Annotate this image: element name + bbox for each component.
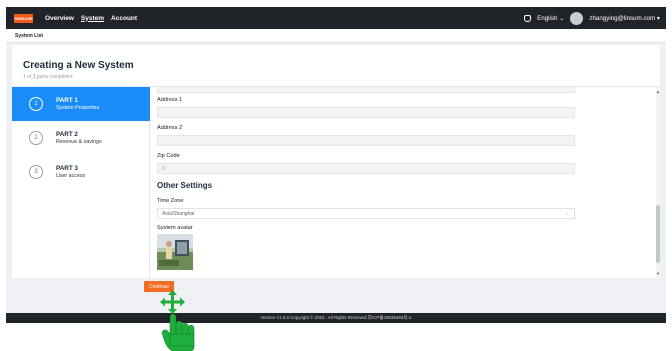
app-window: SINBASE Overview System Account English … [6, 7, 666, 323]
zip-code-input[interactable]: 0 [157, 163, 575, 174]
scroll-up-icon[interactable]: ▲ [656, 89, 660, 94]
breadcrumb[interactable]: System List [6, 29, 666, 43]
scroll-down-icon[interactable]: ▼ [656, 271, 660, 276]
move-hand-cursor-icon [160, 290, 195, 351]
step-number: 3 [29, 165, 43, 179]
page-title: Creating a New System [23, 60, 134, 71]
nav-system[interactable]: System [81, 15, 104, 22]
page: SINBASE Overview System Account English … [0, 0, 672, 351]
system-avatar-label: System avatar [157, 225, 193, 231]
main-nav: Overview System Account [45, 15, 137, 22]
address1-label: Address 1 [157, 97, 183, 103]
step-list: 1 PART 1 System Properties 2 PART 2 Reve… [12, 87, 150, 278]
brand-logo[interactable]: SINBASE [14, 13, 33, 23]
top-navigation-bar: SINBASE Overview System Account English … [6, 7, 666, 29]
step-subtitle: System Properties [56, 105, 100, 111]
create-system-card: Creating a New System 1 of 3 parts compl… [12, 45, 660, 278]
step-number: 1 [29, 97, 43, 111]
other-settings-heading: Other Settings [157, 181, 213, 190]
previous-field-input[interactable] [157, 87, 575, 93]
chevron-down-icon: ⌄ [559, 14, 565, 22]
notification-icon[interactable] [524, 14, 532, 22]
user-menu[interactable]: zhangying@linsum.com ▾ [589, 15, 660, 22]
language-label: English [537, 14, 558, 22]
nav-account[interactable]: Account [111, 15, 137, 22]
chevron-down-icon: ⌄ [564, 211, 569, 217]
scrollbar-thumb[interactable] [656, 205, 660, 263]
nav-overview[interactable]: Overview [45, 15, 74, 22]
address1-input[interactable] [157, 107, 575, 118]
step-subtitle: User access [56, 173, 86, 179]
step-part-2[interactable]: 2 PART 2 Revenue & savings [12, 121, 150, 155]
address2-input[interactable] [157, 135, 575, 146]
system-properties-form: Address 1 Address 2 Zip Code 0 Other Set… [157, 87, 651, 278]
step-part-3[interactable]: 3 PART 3 User access [12, 155, 150, 189]
zip-code-label: Zip Code [157, 153, 180, 159]
language-selector[interactable]: English ⌄ [537, 15, 564, 22]
user-email: zhangying@linsum.com [589, 14, 656, 22]
system-avatar-image[interactable] [157, 234, 193, 270]
time-zone-label: Time Zone [157, 198, 184, 204]
vertical-scrollbar[interactable]: ▲ ▼ [656, 87, 660, 278]
time-zone-value: Asia/Shanghai [162, 210, 195, 217]
page-subtitle: 1 of 3 parts completed [23, 74, 73, 80]
step-number: 2 [29, 131, 43, 145]
time-zone-select[interactable]: Asia/Shanghai ⌄ [157, 208, 575, 219]
header-right: English ⌄ zhangying@linsum.com ▾ [524, 7, 660, 29]
step-title: PART 1 [56, 97, 78, 104]
step-title: PART 2 [56, 131, 78, 138]
caret-down-icon: ▾ [656, 14, 660, 22]
step-title: PART 3 [56, 165, 78, 172]
address2-label: Address 2 [157, 125, 183, 131]
step-subtitle: Revenue & savings [56, 139, 102, 145]
user-avatar[interactable] [570, 11, 584, 25]
step-part-1[interactable]: 1 PART 1 System Properties [12, 87, 150, 121]
footer: Version V1.0.0 Copyright © 2023 . All Ri… [6, 313, 666, 323]
